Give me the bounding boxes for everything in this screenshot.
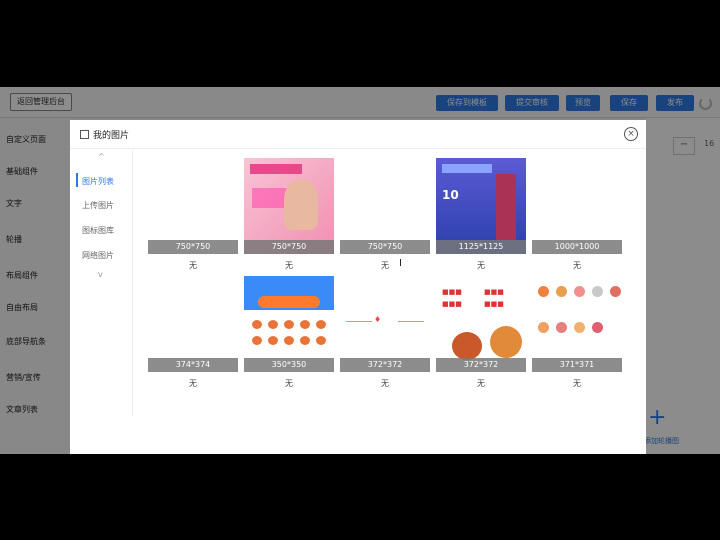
chevron-down-icon[interactable]: v bbox=[98, 270, 103, 279]
tab-icon-library[interactable]: 图标图库 bbox=[82, 225, 114, 236]
image-picker-dialog: 我的图片 × ^ 图片列表 上传图片 图标图库 网络图片 v 750*750 无 7… bbox=[70, 120, 646, 454]
tab-image-list[interactable]: 图片列表 bbox=[76, 173, 114, 187]
text-cursor-icon: I bbox=[399, 258, 402, 269]
image-tag-label: 无 bbox=[381, 261, 389, 270]
image-size-label: 350*350 bbox=[244, 358, 334, 372]
tab-web-image[interactable]: 网络图片 bbox=[82, 250, 114, 261]
image-tag-label: 无 bbox=[189, 261, 197, 270]
image-icon bbox=[80, 130, 89, 139]
chevron-up-icon[interactable]: ^ bbox=[98, 152, 105, 161]
dialog-tabs: ^ 图片列表 上传图片 图标图库 网络图片 v bbox=[76, 150, 133, 416]
tab-upload-image[interactable]: 上传图片 bbox=[82, 200, 114, 211]
close-icon[interactable]: × bbox=[624, 127, 638, 141]
image-size-label: 374*374 bbox=[148, 358, 238, 372]
image-tag-label: 无 bbox=[573, 379, 581, 388]
image-tag-label: 无 bbox=[285, 379, 293, 388]
image-tag-label: 无 bbox=[189, 379, 197, 388]
image-size-label: 372*372 bbox=[436, 358, 526, 372]
image-size-label: 750*750 bbox=[148, 240, 238, 254]
image-size-label: 371*371 bbox=[532, 358, 622, 372]
image-tag-label: 无 bbox=[573, 261, 581, 270]
image-tag-label: 无 bbox=[477, 379, 485, 388]
dialog-header: 我的图片 × bbox=[70, 120, 646, 149]
image-tag-label: 无 bbox=[285, 261, 293, 270]
dialog-title: 我的图片 bbox=[80, 128, 129, 141]
image-tag-label: 无 bbox=[381, 379, 389, 388]
image-size-label: 750*750 bbox=[244, 240, 334, 254]
image-size-label: 372*372 bbox=[340, 358, 430, 372]
image-tag-label: 无 bbox=[477, 261, 485, 270]
image-size-label: 750*750 bbox=[340, 240, 430, 254]
image-size-label: 1125*1125 bbox=[436, 240, 526, 254]
image-size-label: 1000*1000 bbox=[532, 240, 622, 254]
